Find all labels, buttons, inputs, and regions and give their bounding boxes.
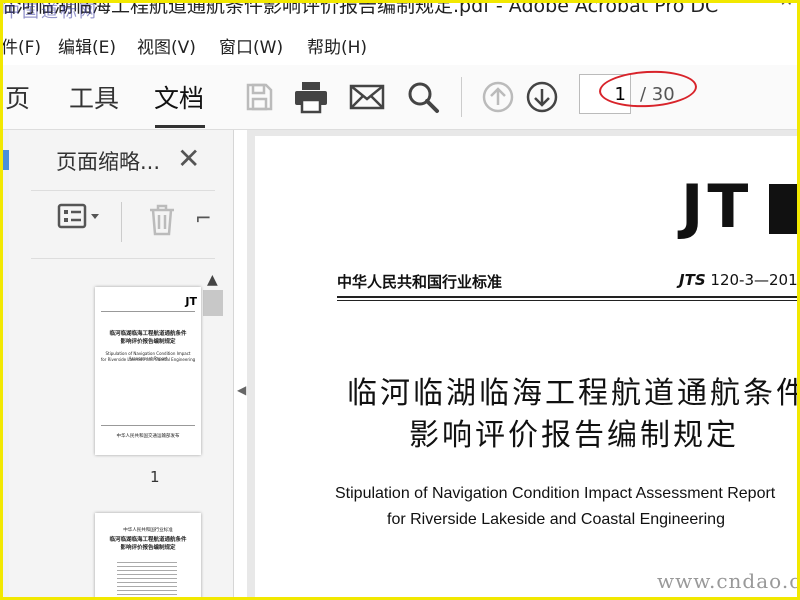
panel-tool-separator bbox=[121, 202, 122, 242]
watermark-top: 中国道标网 bbox=[3, 2, 98, 22]
window-close-button[interactable]: ✕ bbox=[780, 3, 793, 10]
prev-page-icon[interactable] bbox=[480, 79, 516, 115]
thumb2-text-lines bbox=[117, 559, 177, 597]
thumb-en-2: for Riverside Lakeside and Coastal Engin… bbox=[100, 357, 196, 362]
doc-title-line-1: 临河临湖临海工程航道通航条件 bbox=[347, 376, 800, 411]
thumb-footer: 中华人民共和国交通运输部发布 bbox=[116, 434, 180, 439]
save-icon[interactable] bbox=[241, 79, 277, 115]
thumbnail-label-1: 1 bbox=[150, 468, 160, 486]
thumb2-title-2: 影响评价报告编制规定 bbox=[120, 545, 176, 551]
doc-english-title-1: Stipulation of Navigation Condition Impa… bbox=[335, 485, 776, 502]
doc-logo-block bbox=[769, 184, 797, 234]
thumb-rule bbox=[101, 311, 195, 312]
window-title: 临河临湖临海工程航道通航条件影响评价报告编制规定.pdf - Adobe Acr… bbox=[0, 0, 719, 17]
panel-close-button[interactable]: ✕ bbox=[177, 142, 200, 175]
main-toolbar: 页 工具 文档 / 30 bbox=[3, 65, 797, 130]
thumbnail-scrollbar[interactable]: ▲ bbox=[201, 270, 225, 597]
app-window: 临河临湖临海工程航道通航条件影响评价报告编制规定.pdf - Adobe Acr… bbox=[0, 0, 800, 600]
panel-tools-divider bbox=[31, 190, 215, 193]
page-thumbnails-panel: 页面缩略... ✕ ⌐ ▲ JT 临河临湖临海工程航道通航条件 影响评价报告编制… bbox=[9, 130, 234, 597]
doc-standard-category: 中华人民共和国行业标准 bbox=[337, 273, 503, 291]
doc-logo: JT bbox=[681, 172, 753, 242]
search-icon[interactable] bbox=[405, 79, 441, 115]
chevron-up-icon[interactable]: ▲ bbox=[207, 272, 218, 288]
tab-tools[interactable]: 工具 bbox=[69, 79, 119, 115]
doc-rule-thick bbox=[337, 296, 797, 298]
extract-pages-icon[interactable]: ⌐ bbox=[195, 206, 212, 230]
doc-title-line-2: 影响评价报告编制规定 bbox=[409, 418, 739, 453]
tab-home[interactable]: 页 bbox=[5, 79, 30, 115]
thumb-logo: JT bbox=[185, 295, 197, 308]
next-page-icon[interactable] bbox=[524, 79, 560, 115]
collapse-panel-arrow-icon[interactable]: ◀ bbox=[237, 383, 246, 397]
doc-code-prefix: JTS bbox=[679, 271, 706, 289]
watermark-bottom: www.cndao.com bbox=[657, 569, 800, 593]
menu-bar: 件(F) 编辑(E) 视图(V) 窗口(W) 帮助(H) bbox=[3, 31, 797, 61]
thumbnail-page-2[interactable]: 中华人民共和国行业标准 临河临湖临海工程航道通航条件 影响评价报告编制规定 bbox=[95, 513, 201, 597]
thumb2-header: 中华人民共和国行业标准 bbox=[123, 528, 173, 533]
thumbnail-options-icon[interactable] bbox=[57, 202, 103, 236]
menu-window[interactable]: 窗口(W) bbox=[219, 33, 283, 58]
menu-edit[interactable]: 编辑(E) bbox=[58, 33, 116, 58]
doc-rule-thin bbox=[337, 300, 797, 301]
panel-divider bbox=[31, 258, 215, 259]
scroll-thumb[interactable] bbox=[203, 290, 223, 316]
doc-standard-code: JTS 120-3—2018 bbox=[679, 271, 800, 289]
thumb-title-2: 影响评价报告编制规定 bbox=[120, 339, 176, 345]
thumb2-title-1: 临河临湖临海工程航道通航条件 bbox=[109, 537, 187, 543]
menu-help[interactable]: 帮助(H) bbox=[307, 33, 367, 58]
trash-icon[interactable] bbox=[147, 204, 177, 240]
doc-code-number: 120-3—2018 bbox=[710, 271, 800, 289]
panel-title: 页面缩略... bbox=[56, 150, 161, 174]
mail-icon[interactable] bbox=[349, 79, 385, 115]
toolbar-separator bbox=[461, 77, 462, 117]
menu-file[interactable]: 件(F) bbox=[3, 33, 41, 58]
print-icon[interactable] bbox=[293, 79, 329, 115]
document-view[interactable]: JT 中华人民共和国行业标准 JTS 120-3—2018 临河临湖临海工程航道… bbox=[247, 130, 800, 597]
thumbnail-page-1[interactable]: JT 临河临湖临海工程航道通航条件 影响评价报告编制规定 Stipulation… bbox=[95, 287, 201, 455]
menu-view[interactable]: 视图(V) bbox=[137, 33, 196, 58]
thumb-rule-bottom bbox=[101, 425, 195, 426]
document-page: JT 中华人民共和国行业标准 JTS 120-3—2018 临河临湖临海工程航道… bbox=[255, 136, 800, 597]
title-bar: 临河临湖临海工程航道通航条件影响评价报告编制规定.pdf - Adobe Acr… bbox=[3, 3, 797, 25]
active-tab-indicator bbox=[155, 125, 205, 128]
tab-document[interactable]: 文档 bbox=[154, 79, 204, 115]
thumb-title-1: 临河临湖临海工程航道通航条件 bbox=[109, 331, 187, 337]
doc-english-title-2: for Riverside Lakeside and Coastal Engin… bbox=[387, 511, 725, 528]
